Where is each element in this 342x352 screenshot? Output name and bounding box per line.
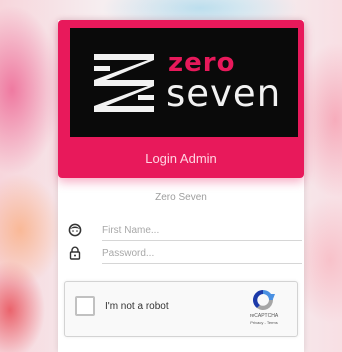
first-name-field bbox=[68, 221, 304, 241]
recaptcha-logo-icon bbox=[253, 290, 275, 310]
face-icon bbox=[68, 223, 82, 237]
recaptcha-label: I'm not a robot bbox=[105, 301, 169, 312]
password-input[interactable] bbox=[102, 244, 302, 264]
page-title: Login Admin bbox=[145, 151, 217, 166]
subtitle: Zero Seven bbox=[155, 192, 207, 203]
recaptcha-checkbox[interactable] bbox=[75, 296, 95, 316]
lock-icon bbox=[69, 246, 81, 260]
brand-logo: zero seven bbox=[70, 28, 298, 137]
logo-word-seven: seven bbox=[166, 72, 282, 115]
recaptcha-links: Privacy - Terms bbox=[239, 320, 289, 326]
card-header: zero seven Login Admin bbox=[58, 20, 304, 178]
first-name-input[interactable] bbox=[102, 221, 302, 241]
recaptcha-terms-link[interactable]: Terms bbox=[267, 320, 278, 325]
login-card: zero seven Login Admin Zero Seven I'm no… bbox=[58, 20, 304, 352]
password-field bbox=[68, 244, 304, 264]
recaptcha-brand: reCAPTCHA bbox=[249, 313, 279, 319]
recaptcha-privacy-link[interactable]: Privacy bbox=[250, 320, 263, 325]
zero-seven-logo-icon bbox=[94, 54, 154, 112]
recaptcha-widget: I'm not a robot reCAPTCHA Privacy - Term… bbox=[64, 281, 298, 337]
